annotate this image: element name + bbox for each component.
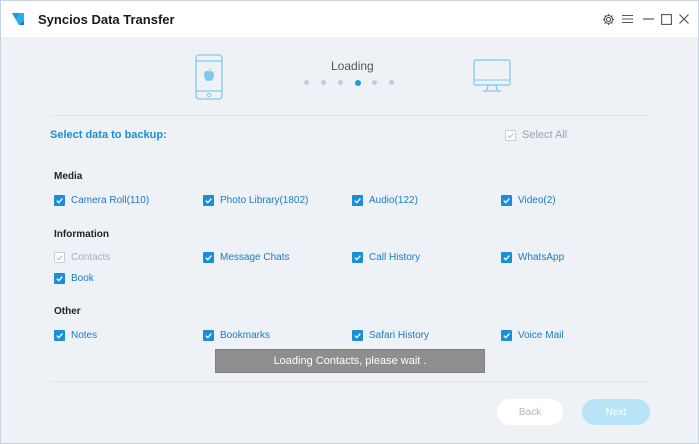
progress-dot	[389, 80, 394, 85]
checkbox[interactable]	[505, 129, 516, 141]
app-title: Syncios Data Transfer	[38, 12, 175, 27]
checkbox-voice-mail[interactable]: Voice Mail	[501, 328, 564, 342]
checkbox[interactable]	[501, 251, 512, 263]
maximize-icon[interactable]	[657, 10, 675, 28]
checkbox-camera-roll[interactable]: Camera Roll(110)	[54, 193, 149, 207]
progress-dot-active	[355, 79, 361, 86]
checkbox[interactable]	[352, 329, 363, 341]
checkbox-safari-history[interactable]: Safari History	[352, 328, 429, 342]
checkbox[interactable]	[54, 251, 65, 263]
checkbox-label: Camera Roll(110)	[71, 194, 150, 206]
checkbox-label: Book	[71, 272, 94, 284]
checkbox-message-chats[interactable]: Message Chats	[203, 250, 289, 264]
minimize-icon[interactable]	[639, 10, 657, 28]
checkbox-label: Notes	[71, 329, 98, 341]
checkbox-label: Safari History	[369, 329, 430, 341]
checkbox[interactable]	[54, 194, 65, 206]
checkbox-label: Photo Library(1802)	[220, 194, 309, 206]
checkbox-contacts[interactable]: Contacts	[54, 250, 110, 264]
checkbox-notes[interactable]: Notes	[54, 328, 97, 342]
loading-toast: Loading Contacts, please wait .	[215, 349, 485, 373]
checkbox[interactable]	[54, 272, 65, 284]
checkbox-label: Voice Mail	[518, 329, 564, 341]
checkbox-label: Call History	[369, 251, 421, 263]
checkbox[interactable]	[501, 329, 512, 341]
next-button[interactable]: Next	[582, 399, 650, 425]
close-icon[interactable]	[675, 10, 693, 28]
menu-icon[interactable]	[618, 10, 636, 28]
section-title-other: Other	[54, 306, 81, 317]
app-window: Syncios Data Transfer Loading Select dat…	[0, 0, 699, 444]
checkbox[interactable]	[352, 251, 363, 263]
checkbox-label: Bookmarks	[220, 329, 271, 341]
checkbox-label: WhatsApp	[518, 251, 565, 263]
progress-dot	[321, 80, 326, 85]
checkbox-call-history[interactable]: Call History	[352, 250, 420, 264]
computer-monitor-icon	[473, 59, 511, 92]
checkbox[interactable]	[203, 251, 214, 263]
checkbox[interactable]	[54, 329, 65, 341]
section-title-media: Media	[54, 171, 83, 182]
checkbox-photo-library[interactable]: Photo Library(1802)	[203, 193, 308, 207]
title-bar: Syncios Data Transfer	[1, 1, 698, 37]
divider	[50, 381, 651, 382]
checkbox[interactable]	[203, 329, 214, 341]
checkbox[interactable]	[501, 194, 512, 206]
syncios-logo-icon	[12, 13, 24, 25]
select-data-title: Select data to backup:	[50, 129, 167, 141]
checkbox-label: Contacts	[71, 251, 111, 263]
transfer-progress: Loading	[1, 37, 698, 115]
progress-dot	[338, 80, 343, 85]
divider	[50, 115, 651, 116]
checkbox-video[interactable]: Video(2)	[501, 193, 556, 207]
checkbox[interactable]	[352, 194, 363, 206]
checkbox-whatsapp[interactable]: WhatsApp	[501, 250, 564, 264]
back-button[interactable]: Back	[497, 399, 563, 425]
loading-status-label: Loading	[331, 59, 374, 73]
checkbox-bookmarks[interactable]: Bookmarks	[203, 328, 270, 342]
progress-dot	[304, 80, 309, 85]
checkbox-label: Audio(122)	[369, 194, 418, 206]
section-title-information: Information	[54, 229, 109, 240]
checkbox-book[interactable]: Book	[54, 271, 94, 285]
select-all-checkbox[interactable]: Select All	[505, 129, 567, 141]
checkbox-label: Message Chats	[220, 251, 290, 263]
iphone-device-icon	[195, 54, 223, 100]
checkbox-label: Video(2)	[518, 194, 556, 206]
progress-dot	[372, 80, 377, 85]
checkbox[interactable]	[203, 194, 214, 206]
select-all-label: Select All	[522, 129, 568, 141]
checkbox-audio[interactable]: Audio(122)	[352, 193, 418, 207]
settings-gear-icon[interactable]	[599, 10, 617, 28]
